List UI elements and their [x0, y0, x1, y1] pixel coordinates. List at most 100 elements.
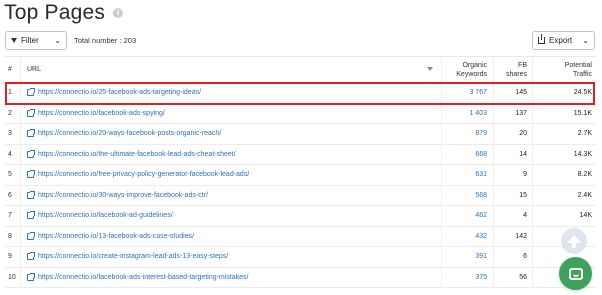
col-header-organic-line1: Organic: [462, 61, 487, 69]
external-link-icon[interactable]: [27, 129, 35, 138]
col-header-num: #: [5, 57, 21, 82]
export-icon: [538, 33, 545, 44]
col-header-fb-shares[interactable]: FB shares: [493, 57, 532, 82]
external-link-icon[interactable]: [27, 272, 35, 281]
row-potential-traffic: 14K: [532, 206, 596, 226]
row-number: 2: [5, 103, 21, 123]
table-header: # URL Organic Keywords FB shares Potenti…: [5, 57, 596, 83]
row-url-cell: https://connectio.io/free-privacy-policy…: [21, 165, 441, 185]
row-potential-traffic: 8.2K: [532, 165, 596, 185]
col-header-url[interactable]: URL: [21, 57, 441, 82]
row-organic-keywords[interactable]: 432: [441, 226, 493, 246]
table-row: 1 https://connectio.io/25-facebook-ads-t…: [5, 83, 596, 104]
row-url-cell: https://connectio.io/the-ultimate-facebo…: [21, 145, 441, 165]
col-header-url-label: URL: [27, 66, 42, 73]
external-link-icon[interactable]: [27, 170, 35, 179]
row-organic-keywords[interactable]: 668: [441, 144, 493, 164]
filter-button[interactable]: Filter ⌄: [5, 30, 67, 50]
col-header-organic-keywords[interactable]: Organic Keywords: [441, 57, 493, 82]
table-row: 10 https://connectio.io/facebook-ads-int…: [5, 267, 596, 288]
row-url-cell: https://connectio.io/30-ways-improve-fac…: [21, 186, 441, 206]
row-fb-shares: 56: [493, 267, 532, 287]
chevron-down-icon: ⌄: [54, 35, 61, 45]
row-url-link[interactable]: https://connectio.io/create-instagram-le…: [38, 253, 228, 260]
page-title: Top Pages: [4, 1, 106, 24]
external-link-icon[interactable]: [27, 231, 35, 240]
chat-button[interactable]: [559, 257, 592, 290]
external-link-icon[interactable]: [27, 108, 35, 117]
row-organic-keywords[interactable]: 1 403: [441, 103, 493, 123]
row-organic-keywords[interactable]: 568: [441, 185, 493, 205]
row-fb-shares: 14: [493, 144, 532, 164]
row-number: 8: [5, 226, 21, 246]
col-header-organic-line2: Keywords: [456, 70, 487, 78]
row-organic-keywords[interactable]: 375: [441, 267, 493, 287]
row-url-link[interactable]: https://connectio.io/the-ultimate-facebo…: [38, 151, 236, 158]
sort-desc-icon[interactable]: [427, 67, 433, 71]
top-pages-table: # URL Organic Keywords FB shares Potenti…: [5, 56, 596, 288]
toolbar: Filter ⌄ Total number : 203 Export ⌄: [5, 30, 595, 50]
row-url-link[interactable]: https://connectio.io/25-facebook-ads-tar…: [38, 89, 201, 96]
info-icon[interactable]: i: [113, 8, 124, 18]
export-button[interactable]: Export ⌄: [532, 30, 595, 50]
row-organic-keywords[interactable]: 3 767: [441, 83, 493, 103]
row-url-link[interactable]: https://connectio.io/facebook-ad-guideli…: [38, 212, 173, 219]
row-url-link[interactable]: https://connectio.io/20-ways-facebook-po…: [38, 130, 221, 137]
row-organic-keywords[interactable]: 391: [441, 247, 493, 267]
row-url-link[interactable]: https://connectio.io/facebook-ads-spying…: [38, 110, 165, 117]
chat-icon: [568, 267, 583, 280]
external-link-icon[interactable]: [27, 211, 35, 220]
external-link-icon[interactable]: [27, 88, 35, 97]
row-url-cell: https://connectio.io/facebook-ads-spying…: [21, 104, 441, 124]
table-row: 9 https://connectio.io/create-instagram-…: [5, 247, 596, 268]
external-link-icon[interactable]: [27, 252, 35, 261]
row-url-cell: https://connectio.io/create-instagram-le…: [21, 247, 441, 267]
row-organic-keywords[interactable]: 631: [441, 165, 493, 185]
row-number: 6: [5, 185, 21, 205]
col-header-traffic-line1: Potential: [564, 61, 592, 69]
row-organic-keywords[interactable]: 462: [441, 206, 493, 226]
row-url-link[interactable]: https://connectio.io/free-privacy-policy…: [38, 171, 249, 178]
row-potential-traffic: 2.4K: [532, 185, 596, 205]
row-fb-shares: 4: [493, 206, 532, 226]
row-url-cell: https://connectio.io/facebook-ad-guideli…: [21, 206, 441, 226]
external-link-icon[interactable]: [27, 190, 35, 199]
row-url-cell: https://connectio.io/25-facebook-ads-tar…: [21, 83, 441, 103]
row-url-cell: https://connectio.io/facebook-ads-intere…: [21, 268, 441, 288]
row-fb-shares: 20: [493, 124, 532, 144]
row-number: 5: [5, 165, 21, 185]
table-row: 5 https://connectio.io/free-privacy-poli…: [5, 165, 596, 186]
row-potential-traffic: 2.7K: [532, 124, 596, 144]
row-fb-shares: 6: [493, 247, 532, 267]
row-number: 3: [5, 124, 21, 144]
row-number: 9: [5, 247, 21, 267]
row-potential-traffic: 24.5K: [532, 83, 596, 103]
row-url-link[interactable]: https://connectio.io/13-facebook-ads-cas…: [38, 233, 194, 240]
row-potential-traffic: 14.3K: [532, 144, 596, 164]
col-header-fb-line1: FB: [518, 61, 527, 69]
row-number: 10: [5, 267, 21, 287]
row-url-link[interactable]: https://connectio.io/facebook-ads-intere…: [38, 274, 249, 281]
filter-label: Filter: [21, 35, 39, 45]
row-fb-shares: 142: [493, 226, 532, 246]
external-link-icon[interactable]: [27, 149, 35, 158]
row-url-link[interactable]: https://connectio.io/30-ways-improve-fac…: [38, 192, 208, 199]
row-fb-shares: 137: [493, 103, 532, 123]
row-number: 7: [5, 206, 21, 226]
col-header-fb-line2: shares: [505, 70, 527, 78]
row-url-cell: https://connectio.io/20-ways-facebook-po…: [21, 124, 441, 144]
filter-icon: [11, 37, 17, 43]
scroll-to-top-button[interactable]: [561, 228, 587, 254]
total-count: Total number : 203: [74, 35, 137, 45]
row-fb-shares: 145: [493, 83, 532, 103]
col-header-traffic-line2: Traffic: [572, 70, 592, 78]
col-header-potential-traffic[interactable]: Potential Traffic: [532, 57, 596, 82]
row-organic-keywords[interactable]: 879: [441, 124, 493, 144]
row-fb-shares: 15: [493, 185, 532, 205]
table-row: 6 https://connectio.io/30-ways-improve-f…: [5, 185, 596, 206]
row-fb-shares: 9: [493, 165, 532, 185]
table-row: 7 https://connectio.io/facebook-ad-guide…: [5, 206, 596, 227]
row-url-cell: https://connectio.io/13-facebook-ads-cas…: [21, 227, 441, 247]
table-row: 2 https://connectio.io/facebook-ads-spyi…: [5, 103, 596, 124]
table-row: 8 https://connectio.io/13-facebook-ads-c…: [5, 226, 596, 247]
